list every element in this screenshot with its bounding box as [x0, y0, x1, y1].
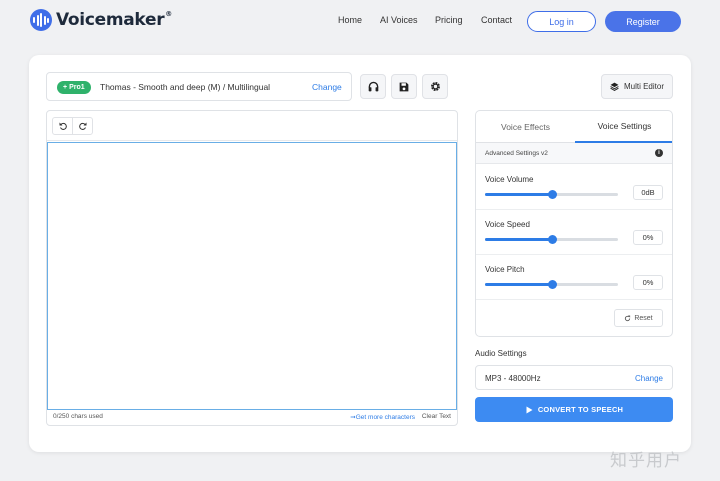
- chars-counter: 0/250 chars used: [53, 413, 103, 420]
- redo-button[interactable]: [72, 118, 92, 134]
- tts-card: + Pro1 Thomas - Smooth and deep (M) / Mul…: [29, 55, 691, 452]
- save-icon: [399, 82, 409, 91]
- voice-pitch-value[interactable]: 0%: [633, 275, 663, 290]
- plus-icon: +: [63, 84, 68, 91]
- get-more-characters-link[interactable]: ➞Get more characters: [350, 413, 415, 421]
- info-icon[interactable]: i: [655, 149, 663, 157]
- voice-pitch-slider[interactable]: [485, 280, 618, 289]
- voice-volume-value[interactable]: 0dB: [633, 185, 663, 200]
- undo-icon: [59, 122, 67, 130]
- nav-home[interactable]: Home: [338, 15, 362, 25]
- register-button[interactable]: Register: [605, 11, 681, 32]
- settings-button[interactable]: [422, 74, 448, 99]
- brand-name: Voicemaker®: [56, 10, 172, 30]
- voice-pitch-row: Voice Pitch 0%: [476, 255, 672, 300]
- voice-name: Thomas - Smooth and deep (M) / Multiling…: [100, 82, 271, 92]
- change-audio-link[interactable]: Change: [635, 374, 663, 383]
- audio-settings-title: Audio Settings: [475, 349, 527, 358]
- voice-speed-value[interactable]: 0%: [633, 230, 663, 245]
- audio-format: MP3 - 48000Hz: [485, 374, 541, 383]
- voice-volume-handle[interactable]: [547, 190, 557, 199]
- text-input[interactable]: [47, 142, 457, 410]
- history-controls: [52, 117, 93, 135]
- clear-text-button[interactable]: Clear Text: [422, 413, 451, 420]
- soundwave-icon: [30, 9, 52, 31]
- voice-speed-label: Voice Speed: [485, 220, 530, 229]
- top-nav: Voicemaker® Home AI Voices Pricing Conta…: [0, 0, 720, 44]
- login-button[interactable]: Log in: [527, 11, 596, 32]
- editor-footer: 0/250 chars used ➞Get more characters Cl…: [47, 409, 457, 425]
- advanced-settings-header: Advanced Settings v2 i: [476, 143, 672, 164]
- reset-button[interactable]: Reset: [614, 309, 663, 327]
- voice-speed-row: Voice Speed 0%: [476, 210, 672, 255]
- voice-speed-handle[interactable]: [547, 235, 557, 244]
- play-icon: [526, 406, 533, 413]
- settings-panel: Voice Effects Voice Settings Advanced Se…: [475, 110, 673, 337]
- convert-to-speech-button[interactable]: CONVERT TO SPEECH: [475, 397, 673, 422]
- gear-icon: [430, 82, 440, 91]
- voice-selector[interactable]: + Pro1 Thomas - Smooth and deep (M) / Mul…: [46, 72, 352, 101]
- voice-volume-slider[interactable]: [485, 190, 618, 199]
- audio-settings-box: MP3 - 48000Hz Change: [475, 365, 673, 390]
- save-button[interactable]: [391, 74, 417, 99]
- text-editor: 0/250 chars used ➞Get more characters Cl…: [46, 110, 458, 426]
- nav-ai-voices[interactable]: AI Voices: [380, 15, 418, 25]
- undo-button[interactable]: [53, 118, 72, 134]
- layers-icon: [610, 82, 619, 91]
- editor-toolbar: [47, 111, 457, 141]
- nav-contact[interactable]: Contact: [481, 15, 512, 25]
- nav-pricing[interactable]: Pricing: [435, 15, 463, 25]
- headphones-icon: [368, 81, 378, 92]
- voice-volume-label: Voice Volume: [485, 175, 534, 184]
- pro-badge: + Pro1: [57, 81, 91, 94]
- brand-logo[interactable]: Voicemaker®: [30, 9, 172, 31]
- tab-voice-settings[interactable]: Voice Settings: [575, 111, 672, 143]
- multi-editor-button[interactable]: Multi Editor: [601, 74, 673, 99]
- voice-pitch-label: Voice Pitch: [485, 265, 525, 274]
- preview-button[interactable]: [360, 74, 386, 99]
- change-voice-link[interactable]: Change: [312, 82, 342, 92]
- tab-voice-effects[interactable]: Voice Effects: [476, 111, 575, 143]
- voice-speed-slider[interactable]: [485, 235, 618, 244]
- voice-pitch-handle[interactable]: [547, 280, 557, 289]
- voice-volume-row: Voice Volume 0dB: [476, 165, 672, 210]
- redo-icon: [78, 122, 86, 130]
- watermark: 知乎用户: [610, 451, 682, 471]
- refresh-icon: [625, 314, 631, 321]
- settings-tabs: Voice Effects Voice Settings: [476, 111, 672, 143]
